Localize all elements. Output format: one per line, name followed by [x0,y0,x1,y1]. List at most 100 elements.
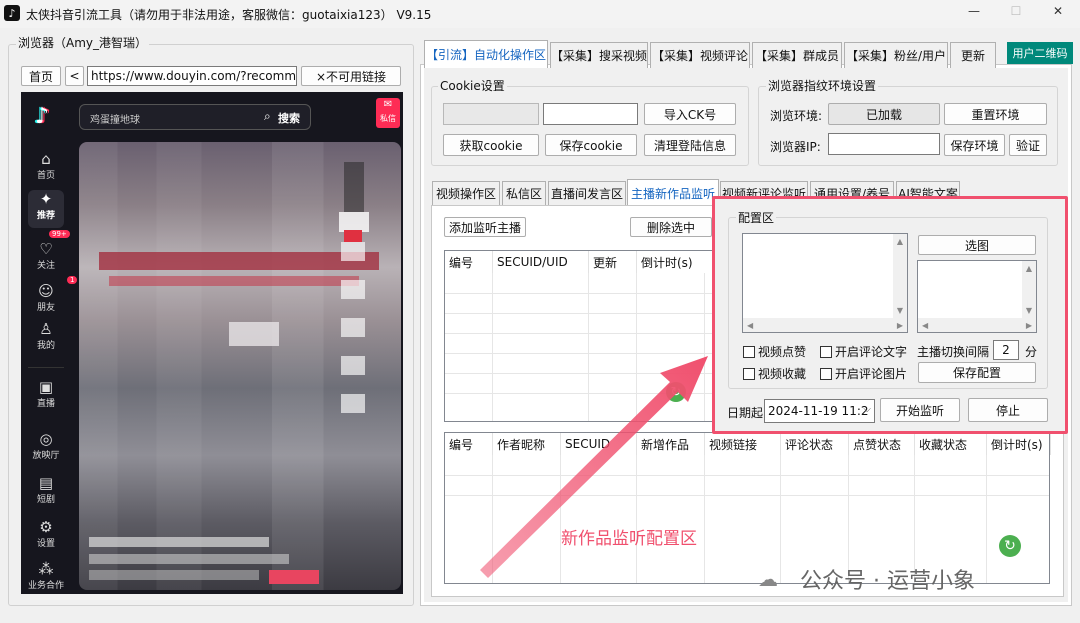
table-gridline [445,313,733,314]
checkbox-box[interactable] [820,367,832,380]
douyin-search-bar[interactable]: 鸡蛋撞地球 ⌕ 搜索 [79,104,311,130]
start-monitor-button[interactable]: 开始监听 [880,398,960,422]
horizontal-scrollbar[interactable]: ◀ ▶ [918,318,1036,332]
subtab-anchor-monitor[interactable]: 主播新作品监听 [627,179,719,206]
subtab-video-ops[interactable]: 视频操作区 [432,181,500,205]
subtab-dm[interactable]: 私信区 [502,181,546,205]
tab-collect-comments[interactable]: 【采集】视频评论 [650,42,750,68]
import-ck-button[interactable]: 导入CK号 [644,103,736,125]
sidebar-item-business[interactable]: ⁂ 业务合作 [28,560,64,594]
checkbox-box[interactable] [820,345,832,358]
search-icon[interactable]: ⌕ [264,109,271,124]
sidebar-item-label: 直播 [36,399,55,409]
recommend-icon: ✦ [39,190,53,208]
sidebar-item-follow[interactable]: 99+ ♡ 关注 [37,230,70,276]
date-value: 2024-11-19 11:2 [768,404,869,418]
subtab-live-chat[interactable]: 直播间发言区 [548,181,626,205]
settings-icon: ⚙ [39,518,53,536]
sidebar-item-home[interactable]: ⌂ 首页 [37,150,55,190]
stop-button[interactable]: 停止 [968,398,1048,422]
friends-icon: ☺ [38,282,54,300]
checkbox-box[interactable] [743,345,755,358]
table2-col-comment-status: 评论状态 [781,433,849,455]
sidebar-item-me[interactable]: ♙ 我的 [28,320,64,368]
table1-col-secuid: SECUID/UID [493,251,589,273]
sidebar-item-recommend[interactable]: ✦ 推荐 [28,190,64,228]
tab-automation[interactable]: 【引流】自动化操作区 [424,40,548,68]
video-pixel-block [344,162,364,212]
env-status: 已加载 [828,103,940,125]
douyin-app-logo-icon: ♪ [35,104,50,129]
cookie-account-field [443,103,539,125]
tab-collect-fans[interactable]: 【采集】粉丝/用户 [844,42,948,68]
sidebar-item-short-drama[interactable]: ▤ 短剧 [37,474,55,518]
date-picker[interactable]: 2024-11-19 11:2 ⌵ [764,399,875,423]
url-input[interactable]: https://www.douyin.com/?recommend [87,66,297,86]
sidebar-item-label: 短剧 [36,495,55,505]
sidebar-item-label: 推荐 [36,211,55,221]
video-pixel-block [339,212,369,232]
image-list[interactable]: ▲ ▼ ◀ ▶ [917,260,1037,333]
fingerprint-title: 浏览器指纹环境设置 [766,77,879,94]
video-pixel-block [229,322,279,346]
video-player[interactable] [79,142,401,590]
message-icon[interactable]: ✉ 私信 [376,98,400,128]
comment-text-list[interactable]: ▲ ▼ ◀ ▶ [742,233,908,333]
video-pixel-block [341,242,365,432]
back-button[interactable]: < [65,66,84,86]
table1-col-id: 编号 [445,251,493,273]
window-title: 太侠抖音引流工具（请勿用于非法用途，客服微信：guotaixia123） V9.… [26,8,432,22]
maximize-button[interactable]: ☐ [1004,4,1028,18]
horizontal-scrollbar[interactable]: ◀ ▶ [743,318,907,332]
save-cookie-button[interactable]: 保存cookie [545,134,637,156]
refresh-icon[interactable]: ↻ [999,535,1021,557]
checkbox-box[interactable] [743,367,755,380]
clear-login-button[interactable]: 清理登陆信息 [644,134,736,156]
tab-collect-videos[interactable]: 【采集】搜采视频 [550,42,648,68]
comment-text-checkbox[interactable]: 开启评论文字 [820,343,907,360]
video-pixel-block [99,252,379,270]
douyin-search-input[interactable]: 鸡蛋撞地球 [90,111,140,126]
sidebar-item-settings[interactable]: ⚙ 设置 [37,518,55,560]
close-button[interactable]: ✕ [1046,4,1070,18]
sidebar-item-hall[interactable]: ◎ 放映厅 [32,430,59,474]
config-title: 配置区 [736,209,777,226]
sidebar-item-label: 放映厅 [32,451,60,461]
like-video-checkbox[interactable]: 视频点赞 [743,343,806,360]
save-env-button[interactable]: 保存环境 [944,134,1005,156]
vertical-scrollbar[interactable]: ▲ ▼ [1022,261,1036,318]
checkbox-label: 开启评论图片 [835,367,908,381]
checkbox-label: 开启评论文字 [835,345,908,359]
save-config-button[interactable]: 保存配置 [918,362,1036,383]
home-button[interactable]: 首页 [21,66,61,86]
douyin-webview[interactable]: ♪ 鸡蛋撞地球 ⌕ 搜索 ✉ 私信 ⌂ 首页 ✦ 推荐 99+ ♡ 关注 1 ☺ … [21,92,403,594]
tab-collect-group-members[interactable]: 【采集】群成员 [752,42,842,68]
table-gridline [445,333,733,334]
cookie-input[interactable] [543,103,638,125]
verify-button[interactable]: 验证 [1009,134,1047,156]
delete-selected-button[interactable]: 删除选中 [630,217,712,237]
qr-code-button[interactable]: 用户二维码 [1007,42,1073,64]
minimize-button[interactable]: — [962,4,986,18]
reset-env-button[interactable]: 重置环境 [944,103,1047,125]
sidebar-item-label: 朋友 [36,303,55,313]
sidebar-item-live[interactable]: ▣ 直播 [37,378,55,430]
unavailable-link-button[interactable]: ×不可用链接 [301,66,401,86]
table-gridline [445,293,733,294]
douyin-search-button[interactable]: 搜索 [278,110,300,126]
watermark-text: 公众号 · 运营小象 [800,569,975,594]
get-cookie-button[interactable]: 获取cookie [443,134,539,156]
chevron-down-icon[interactable]: ⌵ [863,404,871,415]
comment-image-checkbox[interactable]: 开启评论图片 [820,365,907,382]
collect-video-checkbox[interactable]: 视频收藏 [743,365,806,382]
sidebar-item-friends[interactable]: 1 ☺ 朋友 [36,276,78,320]
switch-interval-input[interactable]: 2 [993,340,1019,360]
video-pixel-block [89,554,289,564]
checkbox-label: 视频收藏 [758,367,807,381]
vertical-scrollbar[interactable]: ▲ ▼ [893,234,907,318]
add-anchor-button[interactable]: 添加监听主播 [444,217,526,237]
tab-update[interactable]: 更新 [950,42,996,68]
select-image-button[interactable]: 选图 [918,235,1036,255]
browser-ip-input[interactable] [828,133,940,155]
me-icon: ♙ [39,320,53,338]
